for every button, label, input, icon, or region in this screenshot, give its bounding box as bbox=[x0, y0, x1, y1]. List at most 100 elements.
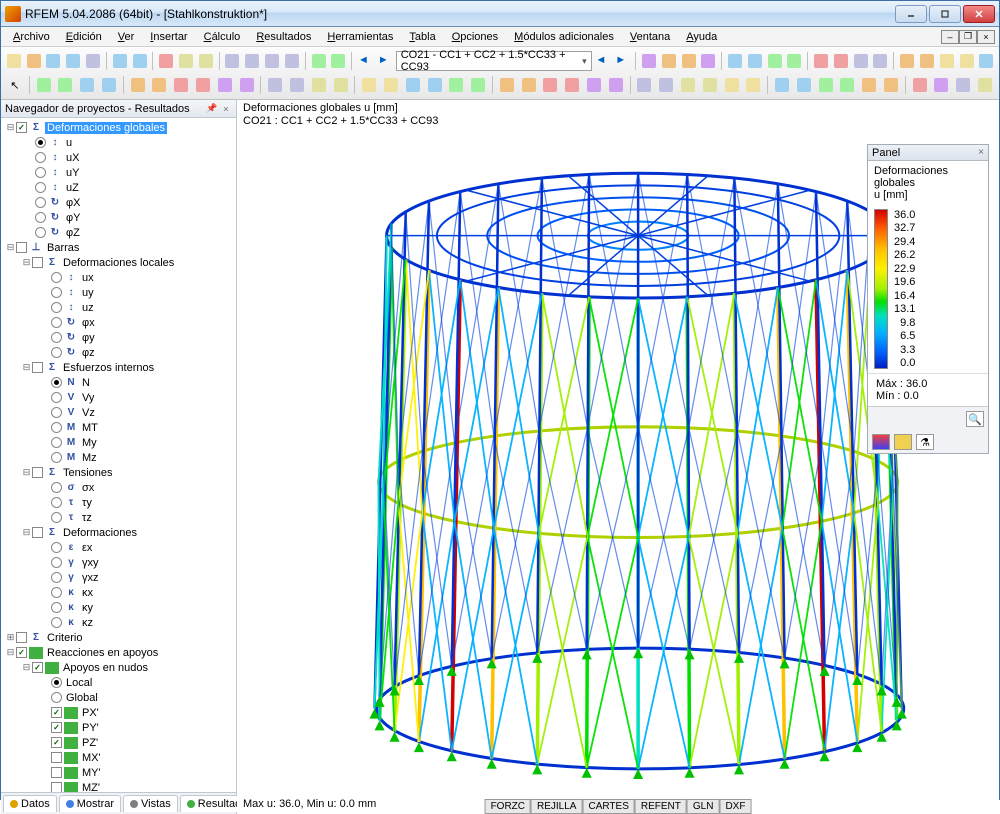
tb2-e4-icon[interactable] bbox=[193, 75, 213, 95]
tb2-i1-icon[interactable] bbox=[635, 75, 655, 95]
tb2-e1-icon[interactable] bbox=[128, 75, 148, 95]
tb2-g1-icon[interactable] bbox=[359, 75, 379, 95]
tree-ten-tz[interactable]: τz bbox=[80, 512, 94, 524]
toggle-dxf[interactable]: DXF bbox=[719, 799, 751, 814]
tb-c4-icon[interactable] bbox=[872, 51, 890, 71]
menu-insertar[interactable]: Insertar bbox=[142, 29, 195, 45]
tree-uy[interactable]: uY bbox=[64, 167, 81, 179]
tree-def-ky[interactable]: κy bbox=[80, 602, 95, 614]
mdi-close-button[interactable]: × bbox=[977, 30, 995, 44]
tb2-e5-icon[interactable] bbox=[215, 75, 235, 95]
toggle-gln[interactable]: GLN bbox=[687, 799, 720, 814]
tb2-h6-icon[interactable] bbox=[606, 75, 626, 95]
tb-a4-icon[interactable] bbox=[699, 51, 717, 71]
toggle-forzc[interactable]: FORZC bbox=[485, 799, 531, 814]
nav-pin-icon[interactable]: 📌 bbox=[206, 103, 218, 115]
tree-uz[interactable]: uZ bbox=[64, 182, 81, 194]
tb2-i6-icon[interactable] bbox=[743, 75, 763, 95]
tb-copy-icon[interactable] bbox=[177, 51, 195, 71]
tb-cut-icon[interactable] bbox=[157, 51, 175, 71]
tb-zoomall-icon[interactable] bbox=[283, 51, 301, 71]
toggle-refent[interactable]: REFENT bbox=[635, 799, 687, 814]
tb2-j2-icon[interactable] bbox=[794, 75, 814, 95]
tree-def-ex[interactable]: εx bbox=[80, 542, 94, 554]
tree-tensiones[interactable]: Tensiones bbox=[61, 467, 115, 479]
maximize-button[interactable] bbox=[929, 5, 961, 23]
tree-def-gxy[interactable]: γxy bbox=[80, 557, 101, 569]
tree-ap-py[interactable]: PY' bbox=[80, 722, 101, 734]
tree-esf-n[interactable]: N bbox=[80, 377, 92, 389]
menu-archivo[interactable]: Archivo bbox=[5, 29, 58, 45]
tb-c1-icon[interactable] bbox=[812, 51, 830, 71]
tb-refresh-icon[interactable] bbox=[310, 51, 328, 71]
tb2-node-icon[interactable] bbox=[34, 75, 54, 95]
tb2-h2-icon[interactable] bbox=[519, 75, 539, 95]
tree-criterio[interactable]: Criterio bbox=[45, 632, 84, 644]
tb2-j6-icon[interactable] bbox=[881, 75, 901, 95]
tb-a1-icon[interactable] bbox=[640, 51, 658, 71]
menu-ver[interactable]: Ver bbox=[110, 29, 143, 45]
menu-herramientas[interactable]: Herramientas bbox=[319, 29, 401, 45]
tree-ap-px[interactable]: PX' bbox=[80, 707, 101, 719]
tb2-e3-icon[interactable] bbox=[171, 75, 191, 95]
tb2-g3-icon[interactable] bbox=[403, 75, 423, 95]
tb2-g4-icon[interactable] bbox=[425, 75, 445, 95]
tb-a2-icon[interactable] bbox=[660, 51, 678, 71]
tb-new-icon[interactable] bbox=[5, 51, 23, 71]
tree-ten-sx[interactable]: σx bbox=[80, 482, 96, 494]
mdi-restore-button[interactable]: ❐ bbox=[959, 30, 977, 44]
tree-deformaciones-globales[interactable]: Deformaciones globales bbox=[45, 122, 167, 134]
tb-render-icon[interactable] bbox=[329, 51, 347, 71]
tb2-k1-icon[interactable] bbox=[910, 75, 930, 95]
tb2-h3-icon[interactable] bbox=[541, 75, 561, 95]
tree-esf-vz[interactable]: Vz bbox=[80, 407, 97, 419]
tb-b1-icon[interactable] bbox=[726, 51, 744, 71]
tree-barras[interactable]: Barras bbox=[45, 242, 81, 254]
tb2-h4-icon[interactable] bbox=[562, 75, 582, 95]
loadcase-combo[interactable]: CO21 - CC1 + CC2 + 1.5*CC33 + CC93 bbox=[396, 51, 592, 71]
tree-def-gxz[interactable]: γxz bbox=[80, 572, 101, 584]
nav-close-icon[interactable]: × bbox=[220, 103, 232, 115]
menu-tabla[interactable]: Tabla bbox=[401, 29, 443, 45]
model-viewport[interactable]: Deformaciones globales u [mm] CO21 : CC1… bbox=[237, 100, 999, 814]
menu-opciones[interactable]: Opciones bbox=[444, 29, 506, 45]
tb2-k4-icon[interactable] bbox=[975, 75, 995, 95]
tree-esfuerzos[interactable]: Esfuerzos internos bbox=[61, 362, 156, 374]
tb2-f3-icon[interactable] bbox=[309, 75, 329, 95]
tb2-f1-icon[interactable] bbox=[265, 75, 285, 95]
tree-esf-mt[interactable]: MT bbox=[80, 422, 100, 434]
tb-d3-icon[interactable] bbox=[938, 51, 956, 71]
tb-saveall-icon[interactable] bbox=[64, 51, 82, 71]
tree-phiz[interactable]: φZ bbox=[64, 227, 82, 239]
panel-tab2-icon[interactable] bbox=[894, 434, 912, 450]
menu-ayuda[interactable]: Ayuda bbox=[678, 29, 725, 45]
tree-dl-uz[interactable]: uz bbox=[80, 302, 96, 314]
tb2-g6-icon[interactable] bbox=[468, 75, 488, 95]
tree-dl-phix[interactable]: φx bbox=[80, 317, 97, 329]
tree-ap-mx[interactable]: MX' bbox=[80, 752, 103, 764]
tb2-j4-icon[interactable] bbox=[837, 75, 857, 95]
toggle-rejilla[interactable]: REJILLA bbox=[531, 799, 582, 814]
tree-deformaciones[interactable]: Deformaciones bbox=[61, 527, 139, 539]
tree-ap-pz[interactable]: PZ' bbox=[80, 737, 100, 749]
navtab-mostrar[interactable]: Mostrar bbox=[59, 795, 121, 812]
toggle-cartes[interactable]: CARTES bbox=[582, 799, 634, 814]
tree-ap-local[interactable]: Local bbox=[64, 677, 94, 689]
tb2-j5-icon[interactable] bbox=[859, 75, 879, 95]
tb-c2-icon[interactable] bbox=[832, 51, 850, 71]
tb-lc-prev-icon[interactable]: ◄ bbox=[594, 51, 612, 71]
tree-esf-vy[interactable]: Vy bbox=[80, 392, 96, 404]
tb-a3-icon[interactable] bbox=[680, 51, 698, 71]
menu-calculo[interactable]: Cálculo bbox=[196, 29, 249, 45]
tb-d2-icon[interactable] bbox=[918, 51, 936, 71]
tb-next-icon[interactable]: ► bbox=[376, 51, 394, 71]
tb-lc-next-icon[interactable]: ► bbox=[613, 51, 631, 71]
panel-close-icon[interactable]: × bbox=[978, 147, 984, 158]
navtab-datos[interactable]: Datos bbox=[3, 795, 57, 812]
tb2-h5-icon[interactable] bbox=[584, 75, 604, 95]
tb2-f2-icon[interactable] bbox=[287, 75, 307, 95]
tb-c3-icon[interactable] bbox=[852, 51, 870, 71]
tree-phiy[interactable]: φY bbox=[64, 212, 82, 224]
tree-apoyos[interactable]: Apoyos en nudos bbox=[61, 662, 150, 674]
tb-zoom-icon[interactable] bbox=[243, 51, 261, 71]
